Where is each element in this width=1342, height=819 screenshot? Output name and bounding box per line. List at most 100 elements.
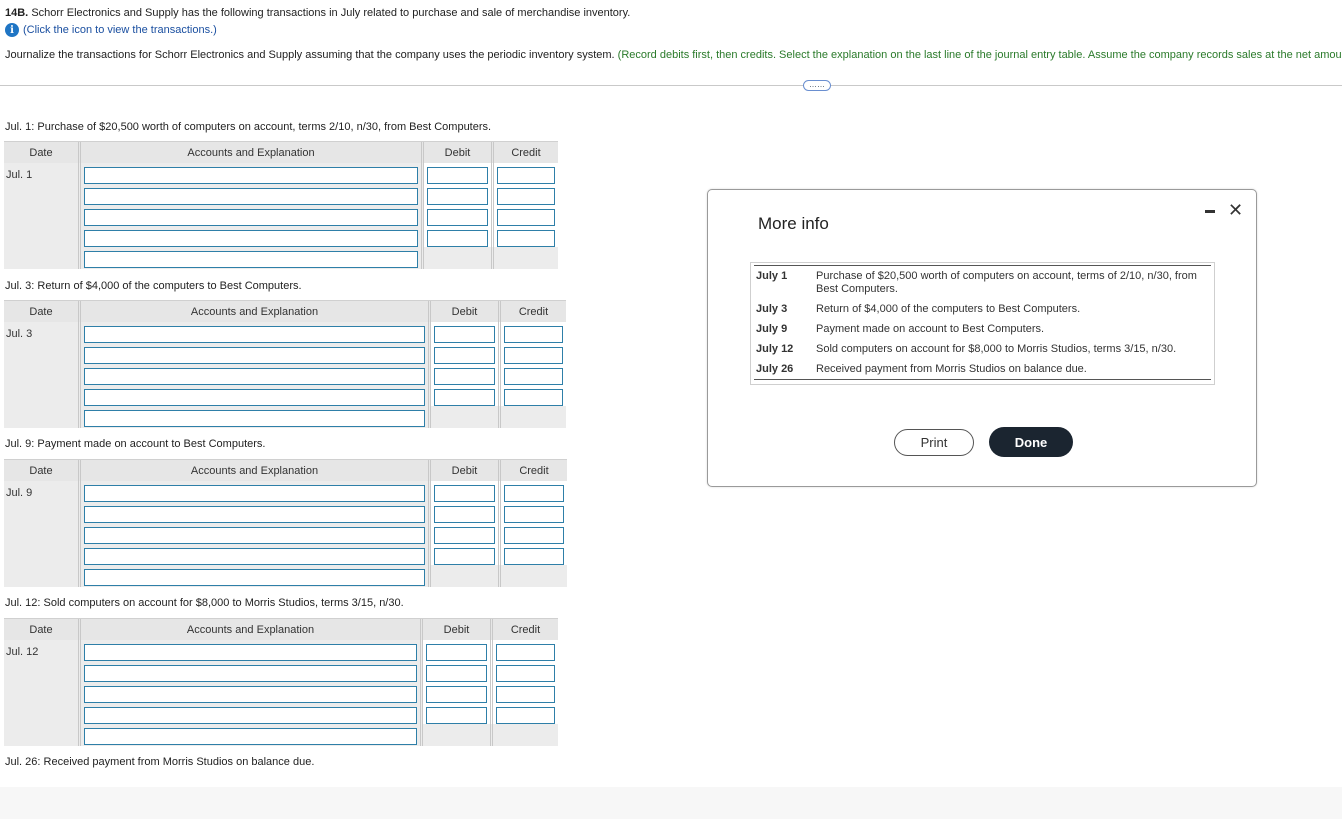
debit-field[interactable] [427, 167, 488, 184]
row-text: Return of $4,000 of the computers to Bes… [816, 303, 1081, 315]
col-header-date: Date [4, 301, 81, 322]
transactions-table: July 1 Purchase of $20,500 worth of comp… [750, 262, 1215, 385]
account-field[interactable] [84, 527, 425, 544]
account-field[interactable] [84, 347, 425, 364]
problem-text: Schorr Electronics and Supply has the fo… [31, 7, 631, 19]
debit-field[interactable] [434, 506, 495, 523]
account-field[interactable] [84, 707, 417, 724]
debit-field[interactable] [434, 368, 495, 385]
col-header-debit: Debit [431, 460, 501, 481]
credit-field[interactable] [504, 347, 563, 364]
entry-date: Jul. 12 [4, 640, 81, 746]
debit-field[interactable] [434, 347, 495, 364]
debit-field[interactable] [434, 548, 495, 565]
debit-field[interactable] [427, 230, 488, 247]
table-row: July 9 Payment made on account to Best C… [754, 319, 1211, 339]
col-header-date: Date [4, 460, 81, 481]
journal-table-jul1: Date Accounts and Explanation Debit Cred… [4, 141, 558, 269]
explanation-field[interactable] [84, 251, 418, 268]
more-info-dialog: More info ✕ July 1 Purchase of $20,500 w… [707, 189, 1257, 487]
account-field[interactable] [84, 686, 417, 703]
journal-table-jul9: Date Accounts and Explanation Debit Cred… [4, 459, 567, 587]
credit-field[interactable] [496, 665, 555, 682]
instruction-hint: (Record debits first, then credits. Sele… [617, 49, 1342, 61]
credit-field[interactable] [504, 485, 564, 502]
credit-field[interactable] [504, 506, 564, 523]
account-field[interactable] [84, 548, 425, 565]
instruction-main: Journalize the transactions for Schorr E… [5, 49, 615, 61]
account-field[interactable] [84, 485, 425, 502]
credit-field[interactable] [496, 644, 555, 661]
col-header-accounts: Accounts and Explanation [81, 619, 423, 640]
explanation-field[interactable] [84, 569, 425, 586]
credit-field[interactable] [504, 548, 564, 565]
col-header-credit: Credit [518, 305, 549, 318]
info-icon[interactable]: i [5, 23, 19, 37]
entry-date: Jul. 9 [4, 481, 81, 587]
debit-field[interactable] [434, 389, 495, 406]
account-field[interactable] [84, 644, 417, 661]
credit-field[interactable] [496, 707, 555, 724]
account-field[interactable] [84, 188, 418, 205]
debit-field[interactable] [427, 188, 488, 205]
entry-label-jul9: Jul. 9: Payment made on account to Best … [5, 438, 266, 450]
entry-date: Jul. 3 [4, 322, 81, 428]
debit-field[interactable] [434, 527, 495, 544]
col-header-credit: Credit [519, 464, 549, 477]
col-header-credit: Credit [511, 146, 541, 159]
journal-table-jul12: Date Accounts and Explanation Debit Cred… [4, 618, 558, 746]
col-header-accounts: Accounts and Explanation [81, 142, 424, 163]
row-text: Received payment from Morris Studios on … [816, 363, 1087, 375]
entry-label-jul1: Jul. 1: Purchase of $20,500 worth of com… [5, 121, 492, 133]
credit-field[interactable] [497, 188, 555, 205]
credit-field[interactable] [504, 389, 563, 406]
explanation-field[interactable] [84, 728, 417, 745]
debit-field[interactable] [426, 686, 487, 703]
print-button[interactable]: Print [894, 429, 974, 456]
minimize-icon[interactable] [1205, 210, 1215, 213]
debit-field[interactable] [426, 707, 487, 724]
col-header-date: Date [4, 619, 81, 640]
row-text: Sold computers on account for $8,000 to … [816, 343, 1177, 355]
debit-field[interactable] [434, 326, 495, 343]
account-field[interactable] [84, 209, 418, 226]
col-header-date: Date [4, 142, 81, 163]
account-field[interactable] [84, 368, 425, 385]
divider [0, 85, 1342, 86]
debit-field[interactable] [427, 209, 488, 226]
entry-date: Jul. 1 [4, 163, 81, 269]
explanation-field[interactable] [84, 410, 425, 427]
col-header-debit: Debit [423, 619, 493, 640]
account-field[interactable] [84, 665, 417, 682]
table-row: July 3 Return of $4,000 of the computers… [754, 299, 1211, 319]
info-link[interactable]: (Click the icon to view the transactions… [23, 24, 217, 36]
credit-field[interactable] [497, 230, 555, 247]
account-field[interactable] [84, 230, 418, 247]
debit-field[interactable] [434, 485, 495, 502]
debit-field[interactable] [426, 665, 487, 682]
credit-field[interactable] [504, 527, 564, 544]
credit-field[interactable] [497, 167, 555, 184]
account-field[interactable] [84, 167, 418, 184]
debit-field[interactable] [426, 644, 487, 661]
entry-label-jul26: Jul. 26: Received payment from Morris St… [5, 756, 315, 768]
footer-band [0, 787, 1342, 819]
credit-field[interactable] [496, 686, 555, 703]
table-row: July 12 Sold computers on account for $8… [754, 339, 1211, 359]
row-date: July 9 [756, 323, 788, 335]
account-field[interactable] [84, 326, 425, 343]
instructions: Journalize the transactions for Schorr E… [5, 49, 1342, 61]
credit-field[interactable] [504, 326, 563, 343]
info-line: i (Click the icon to view the transactio… [5, 23, 217, 37]
done-button[interactable]: Done [989, 427, 1073, 457]
credit-field[interactable] [504, 368, 563, 385]
close-icon[interactable]: ✕ [1228, 200, 1243, 221]
credit-field[interactable] [497, 209, 555, 226]
row-text: Purchase of $20,500 worth of computers o… [816, 270, 1197, 295]
expand-more-button[interactable]: …… [803, 80, 831, 91]
col-header-accounts: Accounts and Explanation [81, 460, 431, 481]
account-field[interactable] [84, 506, 425, 523]
account-field[interactable] [84, 389, 425, 406]
table-row: July 26 Received payment from Morris Stu… [754, 359, 1211, 379]
col-header-credit: Credit [510, 623, 541, 636]
